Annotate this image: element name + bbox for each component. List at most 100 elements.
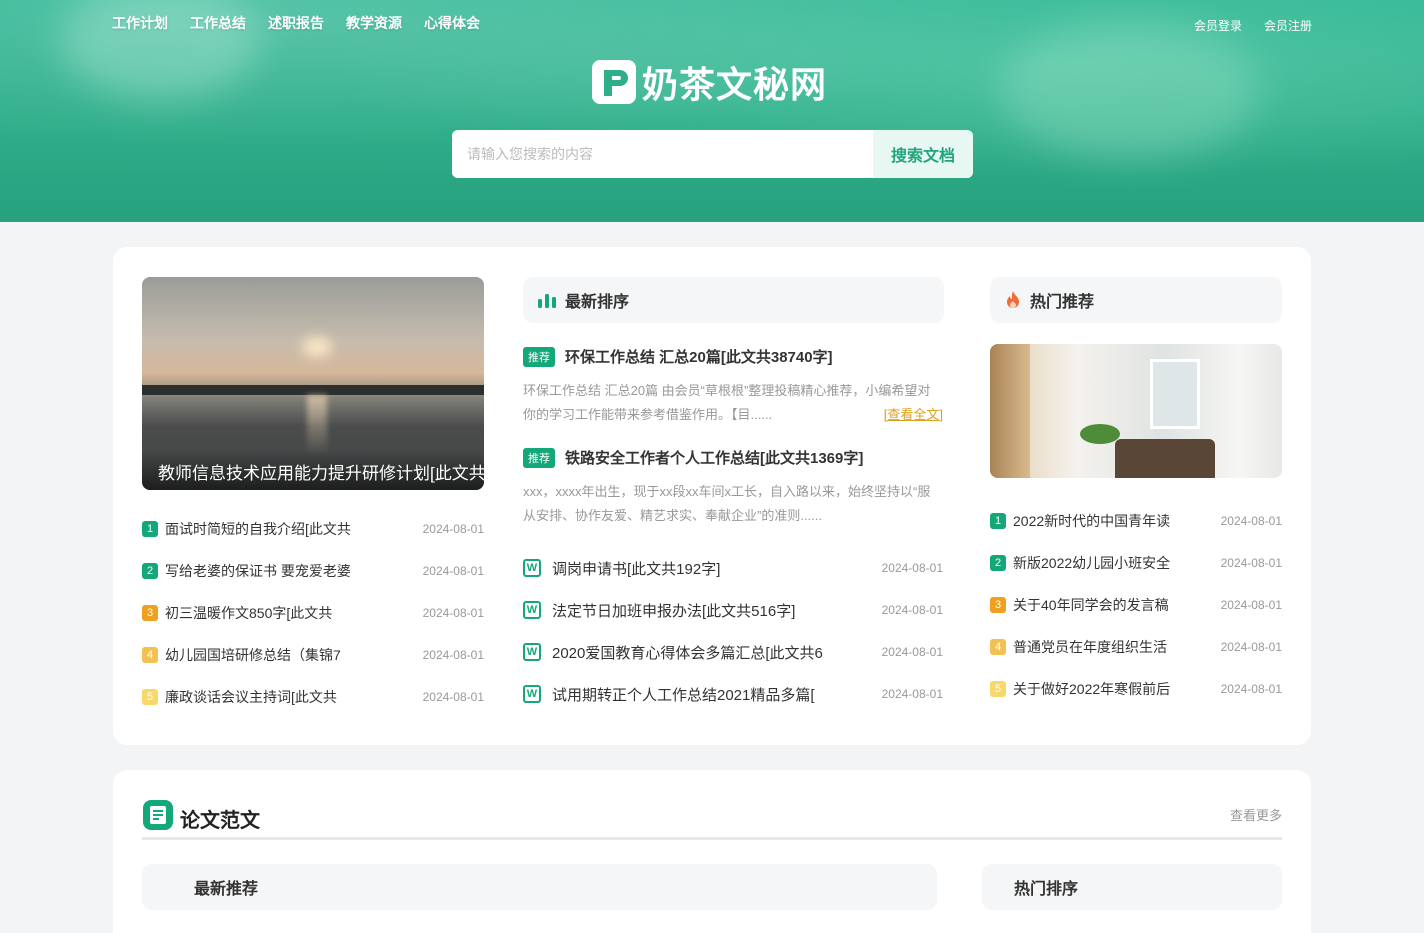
image-sun bbox=[302, 337, 332, 357]
tab-latest-recommend[interactable]: 最新推荐 bbox=[142, 864, 937, 910]
logo-text: 奶茶文秘网 bbox=[642, 65, 828, 106]
tab-hot-ranking[interactable]: 热门排序 bbox=[982, 864, 1282, 910]
papers-panel: 论文范文 查看更多 最新推荐 热门排序 bbox=[113, 770, 1311, 933]
rank-number: 1 bbox=[990, 513, 1006, 529]
hot-heading: 热门推荐 bbox=[1030, 294, 1095, 311]
item-date: 2024-08-01 bbox=[1220, 682, 1282, 696]
nav-item-work-summary[interactable]: 工作总结 bbox=[190, 13, 246, 33]
item-title: 试用期转正个人工作总结2021精品多篇[ bbox=[552, 686, 815, 704]
image-sofa bbox=[1115, 439, 1215, 478]
section-divider bbox=[142, 837, 1282, 840]
user-links: 会员登录 会员注册 bbox=[1194, 17, 1312, 34]
word-doc-icon: W bbox=[523, 685, 541, 703]
item-date: 2024-08-01 bbox=[1220, 598, 1282, 612]
list-item[interactable]: 2 写给老婆的保证书 要宠爱老婆 2024-08-01 bbox=[142, 550, 484, 592]
search-button[interactable]: 搜索文档 bbox=[873, 130, 973, 178]
hero-header: 工作计划 工作总结 述职报告 教学资源 心得体会 会员登录 会员注册 奶茶文秘网… bbox=[0, 0, 1424, 222]
item-title: 初三温暖作文850字[此文共 bbox=[165, 605, 333, 621]
recommend-tag: 推荐 bbox=[523, 346, 555, 367]
nav-item-teaching[interactable]: 教学资源 bbox=[346, 13, 402, 33]
search-bar: 搜索文档 bbox=[452, 130, 973, 178]
word-doc-icon: W bbox=[523, 559, 541, 577]
recommend-tag: 推荐 bbox=[523, 447, 555, 468]
featured-image[interactable]: 教师信息技术应用能力提升研修计划[此文共 bbox=[142, 277, 484, 490]
site-logo[interactable]: 奶茶文秘网 bbox=[592, 56, 827, 108]
item-date: 2024-08-01 bbox=[422, 648, 484, 662]
left-rank-list: 1 面试时简短的自我介绍[此文共 2024-08-01 2 写给老婆的保证书 要宠爱老… bbox=[142, 508, 484, 718]
list-item[interactable]: W 调岗申请书[此文共192字] 2024-08-01 bbox=[523, 547, 943, 589]
rank-number: 5 bbox=[142, 689, 158, 705]
list-item[interactable]: 1 面试时简短的自我介绍[此文共 2024-08-01 bbox=[142, 508, 484, 550]
top-nav: 工作计划 工作总结 述职报告 教学资源 心得体会 bbox=[112, 13, 480, 33]
latest-heading: 最新排序 bbox=[565, 294, 630, 311]
item-title: 普通党员在年度组织生活 bbox=[1013, 639, 1167, 655]
item-title: 关于做好2022年寒假前后 bbox=[1013, 681, 1171, 697]
list-item[interactable]: 5 廉政谈话会议主持词[此文共 2024-08-01 bbox=[142, 676, 484, 718]
rank-number: 4 bbox=[142, 647, 158, 663]
item-date: 2024-08-01 bbox=[422, 690, 484, 704]
item-date: 2024-08-01 bbox=[422, 564, 484, 578]
item-title: 2020爱国教育心得体会多篇汇总[此文共6 bbox=[552, 644, 823, 662]
rank-number: 2 bbox=[990, 555, 1006, 571]
rank-number: 1 bbox=[142, 521, 158, 537]
news-title[interactable]: 铁路安全工作者个人工作总结[此文共1369字] bbox=[565, 447, 863, 468]
list-item[interactable]: 3 初三温暖作文850字[此文共 2024-08-01 bbox=[142, 592, 484, 634]
item-title: 2022新时代的中国青年读 bbox=[1013, 513, 1171, 529]
list-item[interactable]: 1 2022新时代的中国青年读 2024-08-01 bbox=[990, 500, 1282, 542]
rank-number: 2 bbox=[142, 563, 158, 579]
read-more-link[interactable]: [查看全文] bbox=[884, 403, 943, 427]
word-doc-icon: W bbox=[523, 601, 541, 619]
section-title: 论文范文 bbox=[142, 799, 260, 837]
nav-item-work-plan[interactable]: 工作计划 bbox=[112, 13, 168, 33]
item-date: 2024-08-01 bbox=[881, 645, 943, 659]
view-more-link[interactable]: 查看更多 bbox=[1230, 805, 1282, 824]
image-curtain bbox=[990, 344, 1030, 478]
item-title: 写给老婆的保证书 要宠爱老婆 bbox=[165, 563, 351, 579]
word-doc-icon: W bbox=[523, 643, 541, 661]
featured-caption: 教师信息技术应用能力提升研修计划[此文共 bbox=[142, 450, 484, 490]
item-date: 2024-08-01 bbox=[422, 522, 484, 536]
item-date: 2024-08-01 bbox=[1220, 556, 1282, 570]
hot-image[interactable] bbox=[990, 344, 1282, 478]
news-title[interactable]: 环保工作总结 汇总20篇[此文共38740字] bbox=[565, 346, 833, 367]
fire-icon bbox=[1004, 290, 1022, 310]
item-title: 法定节日加班申报办法[此文共516字] bbox=[552, 602, 796, 620]
image-treeline bbox=[142, 385, 484, 395]
list-item[interactable]: W 法定节日加班申报办法[此文共516字] 2024-08-01 bbox=[523, 589, 943, 631]
logo-mark-icon bbox=[592, 60, 636, 104]
bar-chart-icon bbox=[537, 292, 557, 308]
rank-number: 3 bbox=[142, 605, 158, 621]
list-item[interactable]: 5 关于做好2022年寒假前后 2024-08-01 bbox=[990, 668, 1282, 710]
image-plant bbox=[1080, 424, 1120, 444]
item-date: 2024-08-01 bbox=[422, 606, 484, 620]
register-link[interactable]: 会员注册 bbox=[1264, 17, 1312, 34]
news-excerpt: xxx，xxxx年出生，现于xx段xx车间x工长，自入路以来，始终坚持以“服从安… bbox=[523, 484, 931, 523]
login-link[interactable]: 会员登录 bbox=[1194, 17, 1242, 34]
news-item[interactable]: 推荐 铁路安全工作者个人工作总结[此文共1369字] xxx，xxxx年出生，现于… bbox=[523, 447, 943, 528]
list-item[interactable]: 2 新版2022幼儿园小班安全 2024-08-01 bbox=[990, 542, 1282, 584]
item-title: 廉政谈话会议主持词[此文共 bbox=[165, 689, 337, 705]
nav-item-experience[interactable]: 心得体会 bbox=[424, 13, 480, 33]
rank-number: 3 bbox=[990, 597, 1006, 613]
image-glare bbox=[307, 395, 327, 455]
list-item[interactable]: 4 幼儿园国培研修总结（集锦7 2024-08-01 bbox=[142, 634, 484, 676]
hot-header: 热门推荐 bbox=[990, 277, 1282, 323]
list-item[interactable]: 4 普通党员在年度组织生活 2024-08-01 bbox=[990, 626, 1282, 668]
item-title: 关于40年同学会的发言稿 bbox=[1013, 597, 1169, 613]
document-icon bbox=[142, 799, 174, 837]
list-item[interactable]: W 2020爱国教育心得体会多篇汇总[此文共6 2024-08-01 bbox=[523, 631, 943, 673]
nav-item-report[interactable]: 述职报告 bbox=[268, 13, 324, 33]
item-date: 2024-08-01 bbox=[881, 603, 943, 617]
rank-number: 4 bbox=[990, 639, 1006, 655]
decor-blob bbox=[1000, 20, 1260, 160]
item-title: 调岗申请书[此文共192字] bbox=[552, 560, 721, 578]
latest-header: 最新排序 bbox=[523, 277, 944, 323]
item-date: 2024-08-01 bbox=[881, 687, 943, 701]
news-excerpt: 环保工作总结 汇总20篇 由会员“草根根”整理投稿精心推荐，小编希望对你的学习工… bbox=[523, 379, 943, 427]
main-panel: 教师信息技术应用能力提升研修计划[此文共 1 面试时简短的自我介绍[此文共 2024… bbox=[113, 247, 1311, 745]
section-title-text: 论文范文 bbox=[180, 809, 260, 832]
list-item[interactable]: 3 关于40年同学会的发言稿 2024-08-01 bbox=[990, 584, 1282, 626]
search-input[interactable] bbox=[452, 130, 873, 178]
list-item[interactable]: W 试用期转正个人工作总结2021精品多篇[ 2024-08-01 bbox=[523, 673, 943, 715]
news-item[interactable]: 推荐 环保工作总结 汇总20篇[此文共38740字] 环保工作总结 汇总20篇 由… bbox=[523, 346, 943, 427]
